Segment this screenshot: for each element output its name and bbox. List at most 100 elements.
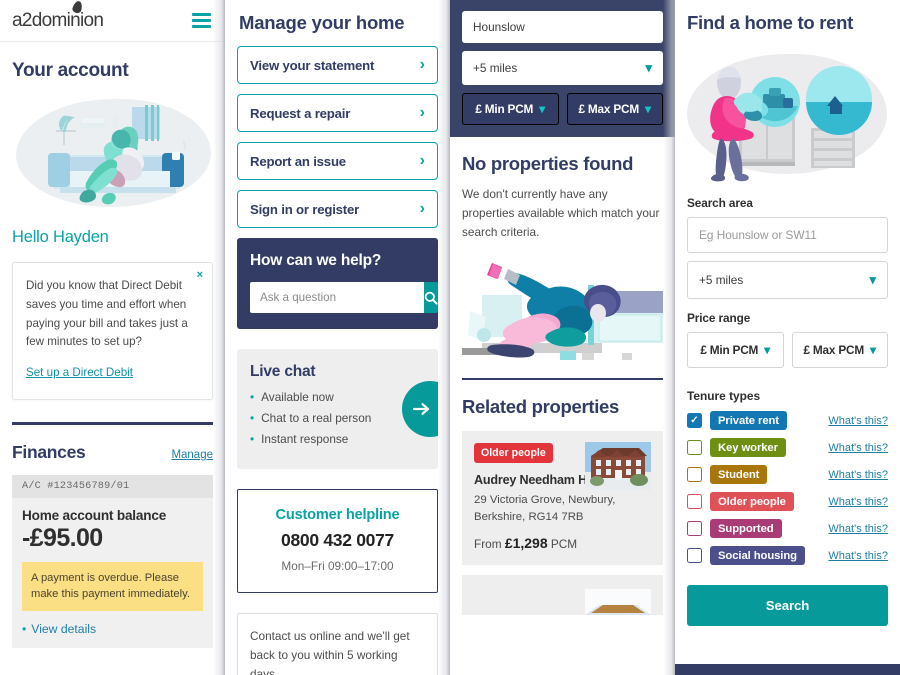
radius-select[interactable]: +5 miles ▾ <box>687 261 888 299</box>
tenure-label: Private rent <box>710 411 787 430</box>
close-icon[interactable]: × <box>197 269 203 281</box>
helpline-hours: Mon–Fri 09:00–17:00 <box>281 559 394 573</box>
min-pcm-label: £ Min PCM <box>475 102 534 116</box>
search-icon[interactable] <box>424 282 438 313</box>
max-pcm-label: £ Max PCM <box>803 343 864 357</box>
chevron-down-icon: ▾ <box>764 343 771 357</box>
tenure-label: Key worker <box>710 438 786 457</box>
view-details-link[interactable]: • View details <box>22 622 203 636</box>
property-card-partial[interactable] <box>462 574 663 615</box>
tenure-checkbox[interactable] <box>687 548 702 563</box>
screenshot-stage: a2dominion Your account Hello Hayden × D… <box>0 0 900 675</box>
chevron-down-icon: ▾ <box>869 343 876 357</box>
min-pcm-label: £ Min PCM <box>700 343 759 357</box>
no-results-body: We don't currently have any properties a… <box>462 187 660 240</box>
a2dominion-logo[interactable]: a2dominion <box>12 0 104 32</box>
property-card[interactable]: Older people Audrey Needham House 29 Vic… <box>462 430 663 565</box>
max-pcm-select[interactable]: £ Max PCM ▾ <box>791 332 888 368</box>
panel-find-a-home: Find a home to rent Search area Eg Houns… <box>675 0 900 675</box>
tenure-label: Student <box>710 465 768 484</box>
min-pcm-select[interactable]: £ Min PCM ▾ <box>462 93 559 125</box>
tenure-row-social-housing: Social housing What's this? <box>687 546 888 565</box>
finances-title: Finances <box>12 442 86 463</box>
whats-this-link[interactable]: What's this? <box>828 469 888 481</box>
search-filter-bar: +5 miles ▾ £ Min PCM ▾ £ Max PCM ▾ <box>450 0 675 137</box>
panel-manage-your-home: Manage your home View your statement › R… <box>225 0 450 675</box>
live-chat-bullet: Available now <box>250 390 425 404</box>
greeting-text: Hello Hayden <box>12 228 109 246</box>
contact-online-text: Contact us online and we'll get back to … <box>250 629 410 675</box>
location-input[interactable] <box>462 11 663 43</box>
search-area-input[interactable] <box>687 217 888 253</box>
check-icon: ✓ <box>690 414 699 426</box>
tenure-checkbox[interactable] <box>687 521 702 536</box>
chevron-right-icon: › <box>419 56 425 73</box>
property-address: 29 Victoria Grove, Newbury, Berkshire, R… <box>474 493 616 523</box>
find-home-title: Find a home to rent <box>687 12 853 33</box>
chevron-down-icon: ▾ <box>869 272 876 287</box>
link-report-an-issue[interactable]: Report an issue › <box>237 142 438 180</box>
overdue-warning: A payment is overdue. Please make this p… <box>22 562 203 611</box>
direct-debit-text: Did you know that Direct Debit saves you… <box>26 279 188 349</box>
live-chat-bullet: Chat to a real person <box>250 411 425 425</box>
radius-select[interactable]: +5 miles ▾ <box>462 51 663 85</box>
helpline-number[interactable]: 0800 432 0077 <box>248 530 427 551</box>
tenure-types-title: Tenure types <box>687 389 761 403</box>
link-sign-in-or-register[interactable]: Sign in or register › <box>237 190 438 228</box>
customer-helpline-card: Customer helpline 0800 432 0077 Mon–Fri … <box>237 489 438 593</box>
manage-finances-link[interactable]: Manage <box>171 449 213 461</box>
max-pcm-select[interactable]: £ Max PCM ▾ <box>566 93 663 125</box>
whats-this-link[interactable]: What's this? <box>828 523 888 535</box>
price-suffix: PCM <box>550 536 578 551</box>
whats-this-link[interactable]: What's this? <box>828 496 888 508</box>
tenure-checkbox[interactable] <box>687 467 702 482</box>
whats-this-link[interactable]: What's this? <box>828 442 888 454</box>
property-thumbnail <box>585 441 651 490</box>
ask-a-question-input[interactable] <box>250 282 424 313</box>
balance-label: Home account balance <box>22 508 167 524</box>
tenure-label: Older people <box>710 492 794 511</box>
search-button[interactable]: Search <box>687 585 888 626</box>
link-request-a-repair[interactable]: Request a repair › <box>237 94 438 132</box>
max-pcm-label: £ Max PCM <box>578 102 639 116</box>
panel-your-account: a2dominion Your account Hello Hayden × D… <box>0 0 225 675</box>
tenure-checkbox[interactable] <box>687 440 702 455</box>
panel-search-results: +5 miles ▾ £ Min PCM ▾ £ Max PCM ▾ No pr… <box>450 0 675 675</box>
min-pcm-select[interactable]: £ Min PCM ▾ <box>687 332 784 368</box>
radius-value: +5 miles <box>699 273 744 287</box>
chevron-right-icon: › <box>419 200 425 217</box>
manage-home-title: Manage your home <box>239 12 405 33</box>
live-chat-bullet: Instant response <box>250 432 425 446</box>
finances-header: Finances Manage <box>0 425 225 463</box>
chevron-down-icon: ▾ <box>644 102 651 116</box>
status-badge: Older people <box>474 442 553 463</box>
tenure-label: Social housing <box>710 546 805 565</box>
tenure-row-older-people: Older people What's this? <box>687 492 888 511</box>
whats-this-link[interactable]: What's this? <box>828 550 888 562</box>
tenure-row-student: Student What's this? <box>687 465 888 484</box>
related-properties-title: Related properties <box>462 395 620 417</box>
price-range-label: Price range <box>687 311 751 325</box>
link-label: Report an issue <box>250 153 346 169</box>
chevron-right-icon: › <box>419 152 425 169</box>
how-can-we-help-box: How can we help? <box>237 238 438 329</box>
tenure-checkbox[interactable]: ✓ <box>687 413 702 428</box>
view-details-label: View details <box>31 621 97 636</box>
hamburger-menu-icon[interactable] <box>192 10 211 31</box>
contact-online-card: Contact us online and we'll get back to … <box>237 613 438 675</box>
live-chat-card[interactable]: Live chat Available now Chat to a real p… <box>237 349 438 469</box>
link-view-your-statement[interactable]: View your statement › <box>237 46 438 84</box>
account-number: A/C #123456789/01 <box>12 475 213 499</box>
direct-debit-promo-card: × Did you know that Direct Debit saves y… <box>12 262 213 401</box>
whats-this-link[interactable]: What's this? <box>828 415 888 427</box>
price-prefix: From <box>474 536 502 551</box>
logo-text: a2dominion <box>12 9 104 31</box>
radius-value: +5 miles <box>473 61 518 75</box>
tenure-row-supported: Supported What's this? <box>687 519 888 538</box>
bullet-icon: • <box>22 621 27 636</box>
tenure-row-key-worker: Key worker What's this? <box>687 438 888 457</box>
link-label: Sign in or register <box>250 201 360 217</box>
setup-direct-debit-link[interactable]: Set up a Direct Debit <box>26 366 133 379</box>
tenure-checkbox[interactable] <box>687 494 702 509</box>
price-value: £1,298 <box>504 534 548 551</box>
